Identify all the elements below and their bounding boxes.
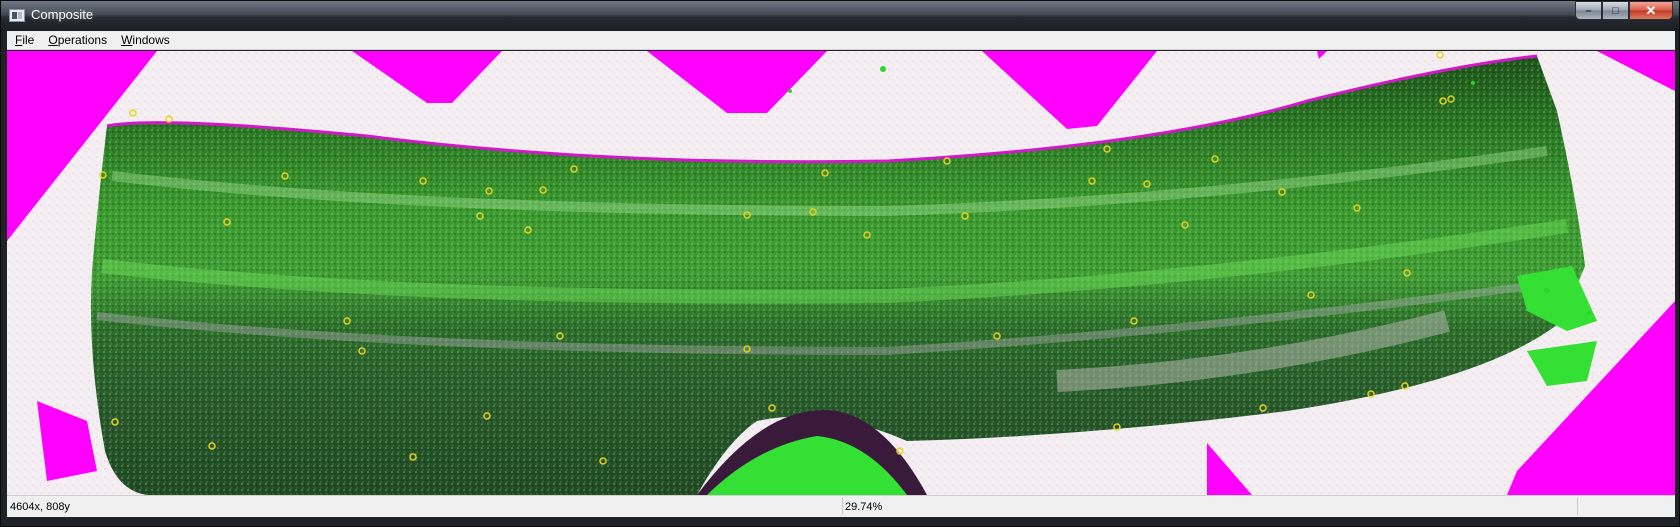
cursor-coordinates: 4604x, 808y bbox=[10, 501, 70, 513]
image-canvas[interactable] bbox=[7, 51, 1675, 495]
menu-windows-label: indows bbox=[132, 33, 170, 47]
status-bar: 4604x, 808y 29.74% bbox=[7, 495, 1675, 517]
maximize-button[interactable]: □ bbox=[1602, 1, 1629, 20]
app-window: Composite – □ ✕ File Operations Windows bbox=[0, 0, 1680, 527]
menu-windows-mnemonic: W bbox=[121, 33, 133, 47]
window-controls: – □ ✕ bbox=[1575, 1, 1673, 21]
menu-operations-label: perations bbox=[57, 33, 108, 47]
window-title: Composite bbox=[31, 7, 94, 22]
title-bar[interactable]: Composite – □ ✕ bbox=[1, 1, 1679, 31]
menu-windows[interactable]: Windows bbox=[121, 33, 170, 47]
menu-operations[interactable]: Operations bbox=[48, 33, 107, 47]
status-divider bbox=[842, 498, 843, 515]
minimize-button[interactable]: – bbox=[1575, 1, 1602, 20]
menu-file-label: ile bbox=[22, 33, 35, 47]
menu-bar: File Operations Windows bbox=[7, 31, 1675, 50]
menu-operations-mnemonic: O bbox=[48, 33, 58, 47]
menu-file[interactable]: File bbox=[15, 33, 34, 47]
composite-image bbox=[7, 51, 1675, 495]
status-divider bbox=[1577, 498, 1578, 515]
close-button[interactable]: ✕ bbox=[1629, 1, 1673, 20]
zoom-level: 29.74% bbox=[845, 501, 883, 513]
app-icon bbox=[9, 9, 25, 22]
